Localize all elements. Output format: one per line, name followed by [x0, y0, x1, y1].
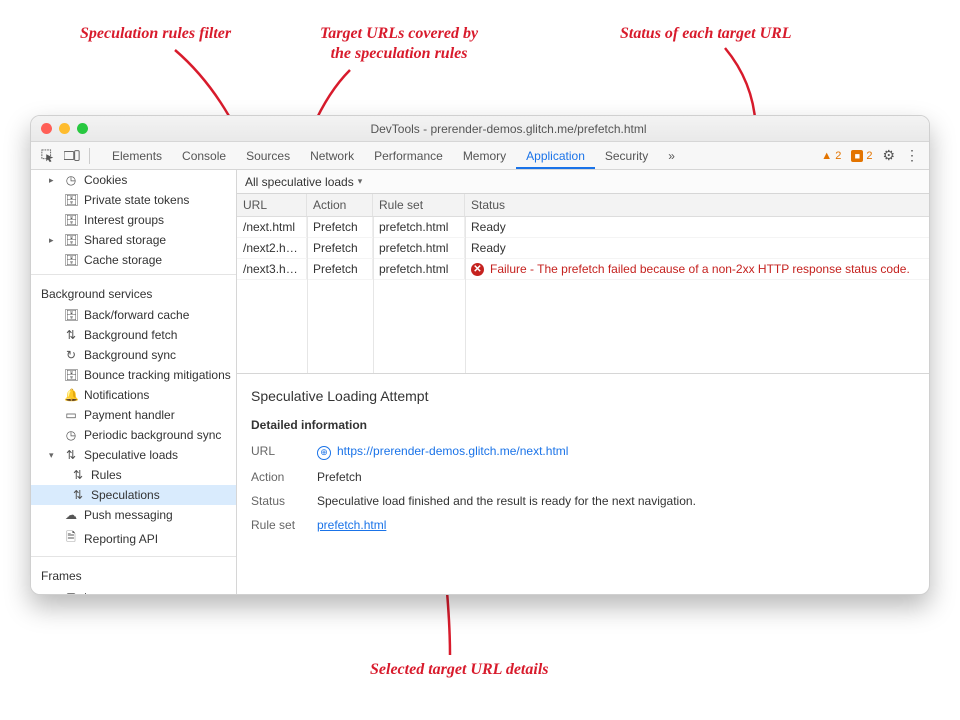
detail-url-value[interactable]: ⊕https://prerender-demos.glitch.me/next.… — [317, 444, 915, 460]
grid-header: URL Action Rule set Status — [237, 194, 929, 217]
frame-icon: ▢ — [64, 590, 78, 594]
sidebar-item-notifications[interactable]: 🔔Notifications — [31, 385, 236, 405]
database-icon: 🗄 — [64, 368, 78, 382]
settings-icon[interactable]: ⚙ — [882, 147, 895, 164]
sidebar-item-push[interactable]: ☁Push messaging — [31, 505, 236, 525]
sidebar-item-rules[interactable]: ⇅Rules — [31, 465, 236, 485]
sidebar-item-bounce[interactable]: 🗄Bounce tracking mitigations — [31, 365, 236, 385]
grid-row[interactable]: /next3.html Prefetch prefetch.html ✕ Fai… — [237, 259, 929, 280]
tab-performance[interactable]: Performance — [364, 143, 453, 169]
sidebar-item-cookies[interactable]: ▸◷Cookies — [31, 170, 236, 190]
tab-elements[interactable]: Elements — [102, 143, 172, 169]
document-icon: 🗎 — [64, 528, 78, 549]
detail-status-label: Status — [251, 494, 309, 508]
chevron-down-icon: ▾ — [358, 176, 363, 187]
updown-icon: ⇅ — [64, 328, 78, 342]
minimize-dot[interactable] — [59, 123, 70, 134]
sidebar-item-top-frame[interactable]: ▸▢top — [31, 587, 236, 594]
more-icon[interactable]: ⋮ — [905, 147, 919, 164]
device-icon[interactable] — [61, 150, 83, 162]
tab-console[interactable]: Console — [172, 143, 236, 169]
col-action[interactable]: Action — [307, 194, 373, 216]
detail-subtitle: Detailed information — [251, 418, 915, 432]
col-ruleset[interactable]: Rule set — [373, 194, 465, 216]
speculations-grid: URL Action Rule set Status /next.html Pr… — [237, 194, 929, 374]
database-icon: 🗄 — [64, 213, 78, 227]
annotation-filter: Speculation rules filter — [80, 24, 231, 44]
tab-memory[interactable]: Memory — [453, 143, 516, 169]
updown-icon: ⇅ — [64, 448, 78, 462]
sidebar-item-bfcache[interactable]: 🗄Back/forward cache — [31, 305, 236, 325]
database-icon: 🗄 — [64, 253, 78, 267]
zoom-dot[interactable] — [77, 123, 88, 134]
sidebar-section-bg: Background services — [31, 279, 236, 305]
devtools-window: DevTools - prerender-demos.glitch.me/pre… — [30, 115, 930, 595]
detail-status-value: Speculative load finished and the result… — [317, 494, 915, 508]
database-icon: 🗄 — [64, 193, 78, 207]
cloud-icon: ☁ — [64, 508, 78, 522]
sidebar-item-speculative[interactable]: ▾⇅Speculative loads — [31, 445, 236, 465]
detail-action-value: Prefetch — [317, 470, 915, 484]
main-panel: All speculative loads ▾ URL Action Rule … — [237, 170, 929, 594]
sidebar-item-interest[interactable]: 🗄Interest groups — [31, 210, 236, 230]
filter-bar: All speculative loads ▾ — [237, 170, 929, 194]
updown-icon: ⇅ — [71, 468, 85, 482]
clock-icon: ◷ — [64, 173, 78, 187]
database-icon: 🗄 — [64, 233, 78, 247]
sidebar-item-speculations[interactable]: ⇅Speculations — [31, 485, 236, 505]
tab-overflow[interactable]: » — [658, 143, 685, 169]
tab-network[interactable]: Network — [300, 143, 364, 169]
col-status[interactable]: Status — [465, 194, 929, 216]
speculative-filter-select[interactable]: All speculative loads ▾ — [245, 175, 362, 189]
issues-badge[interactable]: ■2 — [851, 150, 872, 162]
link-icon: ⊕ — [317, 446, 331, 460]
database-icon: 🗄 — [64, 308, 78, 322]
application-sidebar[interactable]: ▸◷Cookies 🗄Private state tokens 🗄Interes… — [31, 170, 237, 594]
sidebar-item-bgfetch[interactable]: ⇅Background fetch — [31, 325, 236, 345]
clock-icon: ◷ — [64, 428, 78, 442]
annotation-details: Selected target URL details — [370, 660, 548, 680]
detail-title: Speculative Loading Attempt — [251, 388, 915, 404]
detail-ruleset-label: Rule set — [251, 518, 309, 532]
tab-application[interactable]: Application — [516, 143, 595, 169]
tab-sources[interactable]: Sources — [236, 143, 300, 169]
detail-action-label: Action — [251, 470, 309, 484]
bell-icon: 🔔 — [64, 388, 78, 402]
status-failure: ✕ Failure - The prefetch failed because … — [465, 259, 929, 279]
detail-url-label: URL — [251, 444, 309, 460]
col-url[interactable]: URL — [237, 194, 307, 216]
sidebar-item-payment[interactable]: ▭Payment handler — [31, 405, 236, 425]
sync-icon: ↻ — [64, 348, 78, 362]
sidebar-item-bgsync[interactable]: ↻Background sync — [31, 345, 236, 365]
sidebar-item-cache[interactable]: 🗄Cache storage — [31, 250, 236, 270]
updown-icon: ⇅ — [71, 488, 85, 502]
window-title: DevTools - prerender-demos.glitch.me/pre… — [88, 122, 929, 136]
detail-ruleset-value[interactable]: prefetch.html — [317, 518, 915, 532]
grid-row[interactable]: /next.html Prefetch prefetch.html Ready — [237, 217, 929, 238]
detail-panel: Speculative Loading Attempt Detailed inf… — [237, 374, 929, 550]
close-dot[interactable] — [41, 123, 52, 134]
annotation-status: Status of each target URL — [620, 24, 792, 44]
titlebar: DevTools - prerender-demos.glitch.me/pre… — [31, 116, 929, 142]
sidebar-item-private-state[interactable]: 🗄Private state tokens — [31, 190, 236, 210]
annotation-targets: Target URLs covered by the speculation r… — [320, 24, 478, 64]
tab-security[interactable]: Security — [595, 143, 658, 169]
issue-icon: ■ — [851, 150, 863, 162]
traffic-lights[interactable] — [41, 123, 88, 134]
card-icon: ▭ — [64, 408, 78, 422]
sidebar-item-reporting[interactable]: 🗎Reporting API — [31, 525, 236, 552]
panel-tabs: Elements Console Sources Network Perform… — [102, 143, 819, 169]
error-icon: ✕ — [471, 263, 484, 276]
sidebar-item-periodic[interactable]: ◷Periodic background sync — [31, 425, 236, 445]
sidebar-section-frames: Frames — [31, 561, 236, 587]
sidebar-item-shared-storage[interactable]: ▸🗄Shared storage — [31, 230, 236, 250]
warning-icon: ▲ — [821, 150, 832, 162]
inspect-icon[interactable] — [37, 149, 59, 163]
warnings-badge[interactable]: ▲2 — [821, 150, 841, 162]
grid-row[interactable]: /next2.html Prefetch prefetch.html Ready — [237, 238, 929, 259]
devtools-toolbar: Elements Console Sources Network Perform… — [31, 142, 929, 170]
